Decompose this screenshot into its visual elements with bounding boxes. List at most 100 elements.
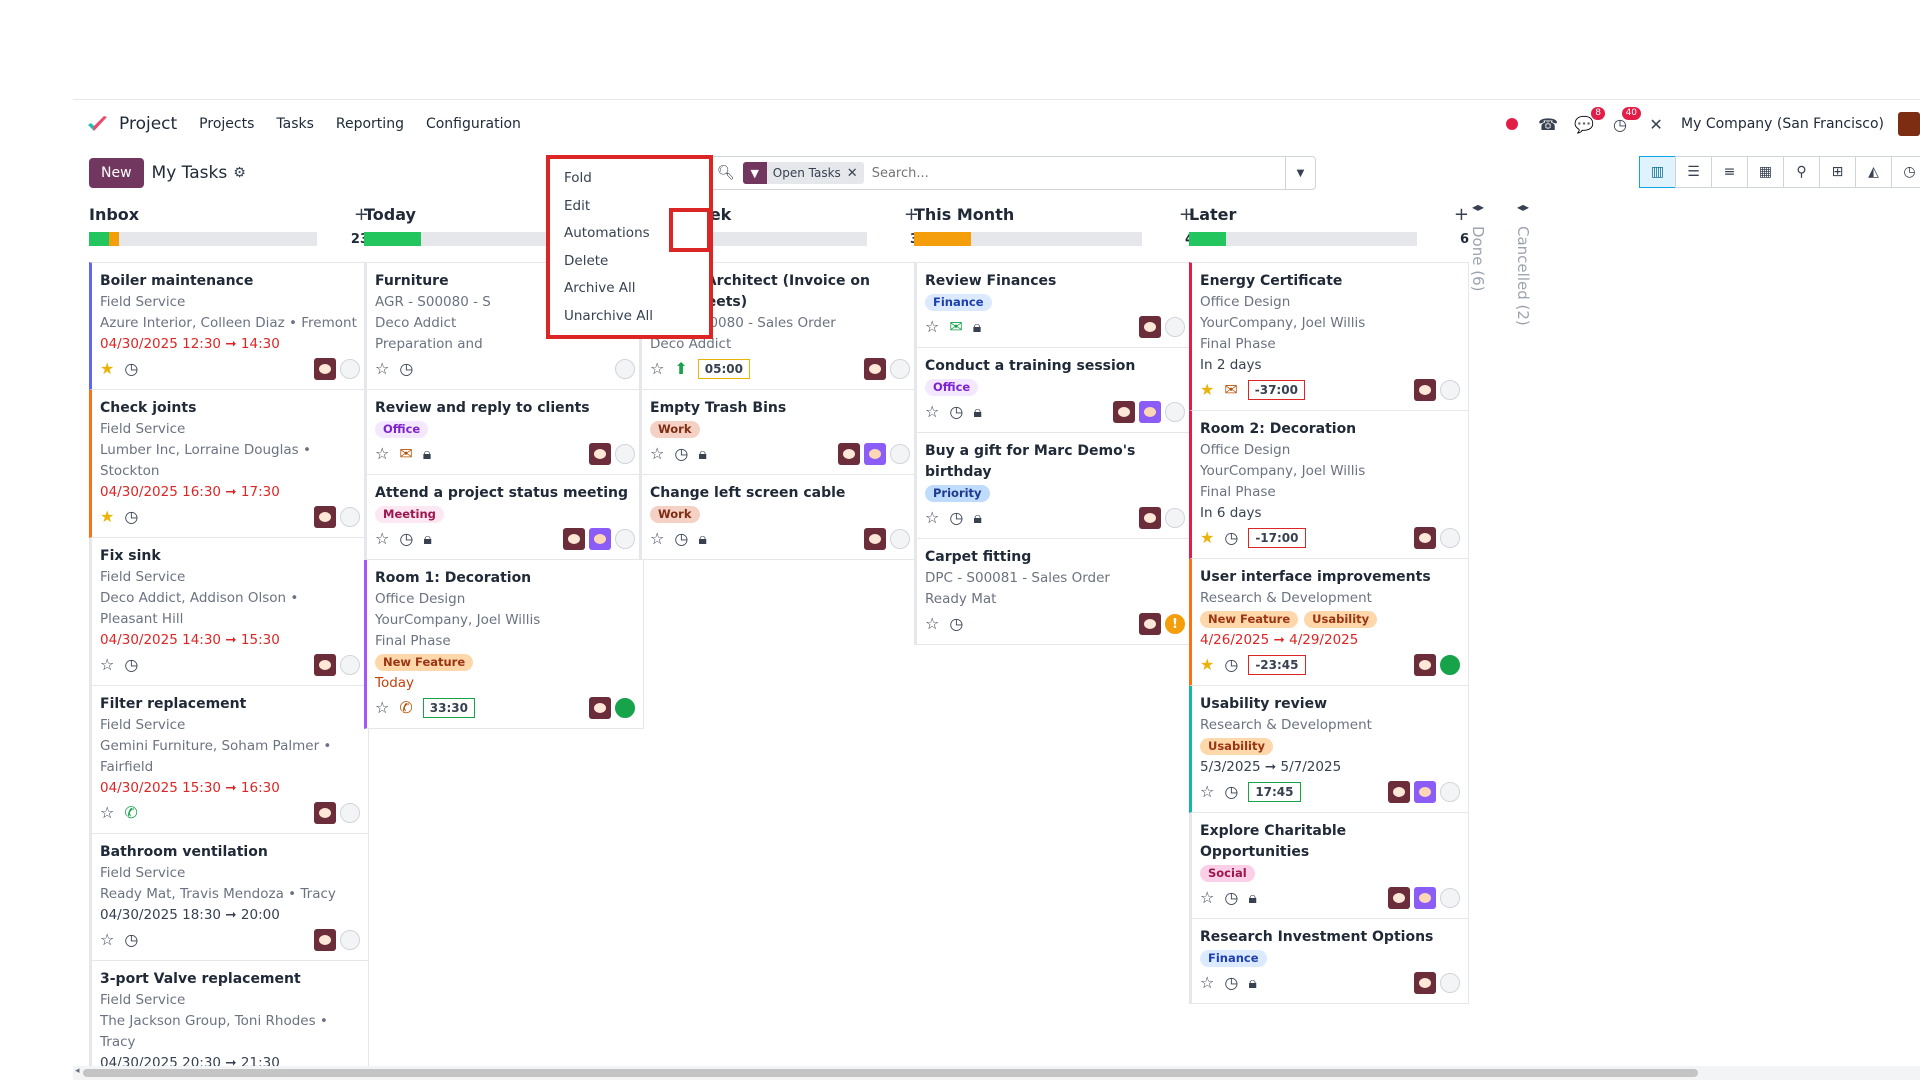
phone-icon[interactable]: ✆ bbox=[399, 700, 412, 716]
folded-column-done[interactable]: ◂▸ Done (6) bbox=[1458, 200, 1498, 291]
state-indicator[interactable] bbox=[1440, 655, 1460, 675]
avatar[interactable] bbox=[589, 528, 611, 550]
clock-icon[interactable]: ◷ bbox=[1224, 530, 1238, 546]
menu-tasks[interactable]: Tasks bbox=[276, 116, 314, 132]
gantt-view-icon[interactable]: ≡ bbox=[1711, 156, 1748, 188]
task-card[interactable]: Room 2: Decoration Office Design YourCom… bbox=[1189, 411, 1469, 559]
star-icon[interactable]: ☆ bbox=[650, 446, 664, 462]
avatar[interactable] bbox=[864, 358, 886, 380]
progress-bar[interactable] bbox=[89, 232, 317, 246]
task-card[interactable]: Review Finances Finance ☆ ✉ 🔒︎ bbox=[914, 262, 1194, 348]
task-card[interactable]: Filter replacement Field Service Gemini … bbox=[89, 686, 369, 834]
company-switcher[interactable]: My Company (San Francisco) bbox=[1681, 116, 1884, 132]
search-options-toggle[interactable]: ▼ bbox=[1285, 157, 1315, 189]
avatar[interactable] bbox=[314, 506, 336, 528]
graph-view-icon[interactable]: ◭ bbox=[1855, 156, 1892, 188]
avatar[interactable] bbox=[1388, 781, 1410, 803]
avatar[interactable] bbox=[838, 443, 860, 465]
star-icon[interactable]: ★ bbox=[1200, 382, 1214, 398]
phone-icon[interactable]: ☎ bbox=[1537, 115, 1559, 134]
scroll-left-icon[interactable]: ◂ bbox=[75, 1066, 80, 1076]
state-indicator[interactable] bbox=[1440, 782, 1460, 802]
avatar[interactable] bbox=[563, 528, 585, 550]
task-card[interactable]: Explore Charitable Opportunities Social … bbox=[1189, 813, 1469, 919]
dropdown-item-unarchive-all[interactable]: Unarchive All bbox=[550, 303, 709, 331]
unfold-arrows-icon[interactable]: ◂▸ bbox=[1503, 200, 1543, 214]
envelope-icon[interactable]: ✉ bbox=[949, 319, 962, 335]
star-icon[interactable]: ☆ bbox=[100, 657, 114, 673]
search-input[interactable] bbox=[871, 165, 1285, 181]
star-icon[interactable]: ☆ bbox=[375, 531, 389, 547]
clock-icon[interactable]: ◷ bbox=[949, 404, 963, 420]
star-icon[interactable]: ☆ bbox=[100, 932, 114, 948]
state-indicator[interactable] bbox=[615, 698, 635, 718]
star-icon[interactable]: ☆ bbox=[925, 616, 939, 632]
avatar[interactable] bbox=[1414, 972, 1436, 994]
app-brand[interactable]: Project bbox=[87, 114, 177, 134]
clock-icon[interactable]: ◷ bbox=[124, 657, 138, 673]
avatar[interactable] bbox=[1139, 507, 1161, 529]
task-card[interactable]: Energy Certificate Office Design YourCom… bbox=[1189, 262, 1469, 411]
task-card[interactable]: Buy a gift for Marc Demo's birthday Prio… bbox=[914, 433, 1194, 539]
pivot-view-icon[interactable]: ⊞ bbox=[1819, 156, 1856, 188]
star-icon[interactable]: ☆ bbox=[375, 446, 389, 462]
dropdown-item-fold[interactable]: Fold bbox=[550, 165, 709, 193]
avatar[interactable] bbox=[314, 654, 336, 676]
star-icon[interactable]: ☆ bbox=[925, 404, 939, 420]
avatar[interactable] bbox=[314, 802, 336, 824]
gear-icon[interactable]: ⚙ bbox=[233, 165, 246, 181]
avatar[interactable] bbox=[314, 358, 336, 380]
star-icon[interactable]: ☆ bbox=[1200, 890, 1214, 906]
avatar[interactable] bbox=[589, 697, 611, 719]
task-card[interactable]: Change left screen cable Work ☆ ◷ 🔒︎ bbox=[639, 475, 919, 560]
task-card[interactable]: Boiler maintenance Field Service Azure I… bbox=[89, 262, 369, 390]
star-icon[interactable]: ★ bbox=[100, 509, 114, 525]
map-view-icon[interactable]: ⚲ bbox=[1783, 156, 1820, 188]
envelope-icon[interactable]: ✉ bbox=[1224, 382, 1237, 398]
task-card[interactable]: Bathroom ventilation Field Service Ready… bbox=[89, 834, 369, 961]
clock-icon[interactable]: ◷ bbox=[124, 509, 138, 525]
menu-reporting[interactable]: Reporting bbox=[336, 116, 404, 132]
task-card[interactable]: Fix sink Field Service Deco Addict, Addi… bbox=[89, 538, 369, 686]
state-indicator[interactable] bbox=[340, 803, 360, 823]
clock-icon[interactable]: ◷ bbox=[674, 446, 688, 462]
activities-icon[interactable]: ◷ 40 bbox=[1609, 106, 1642, 134]
clock-icon[interactable]: ◷ bbox=[124, 932, 138, 948]
messages-icon[interactable]: 💬 8 bbox=[1573, 106, 1606, 134]
avatar[interactable] bbox=[589, 443, 611, 465]
activity-view-icon[interactable]: ◷ bbox=[1891, 156, 1920, 188]
star-icon[interactable]: ☆ bbox=[375, 700, 389, 716]
star-icon[interactable]: ☆ bbox=[100, 805, 114, 821]
upload-icon[interactable]: ⬆ bbox=[674, 361, 687, 377]
task-card[interactable]: User interface improvements Research & D… bbox=[1189, 559, 1469, 686]
avatar[interactable] bbox=[1139, 613, 1161, 635]
remove-facet-icon[interactable]: ✕ bbox=[847, 166, 864, 181]
scroll-thumb[interactable] bbox=[83, 1069, 1698, 1077]
avatar[interactable] bbox=[1113, 401, 1135, 423]
avatar[interactable] bbox=[1139, 401, 1161, 423]
star-icon[interactable]: ☆ bbox=[1200, 975, 1214, 991]
clock-icon[interactable]: ◷ bbox=[399, 361, 413, 377]
menu-projects[interactable]: Projects bbox=[199, 116, 254, 132]
state-indicator[interactable] bbox=[1440, 380, 1460, 400]
avatar[interactable] bbox=[1414, 654, 1436, 676]
task-card[interactable]: Attend a project status meeting Meeting … bbox=[364, 475, 644, 560]
clock-icon[interactable]: ◷ bbox=[399, 531, 413, 547]
envelope-icon[interactable]: ✉ bbox=[399, 446, 412, 462]
star-icon[interactable]: ★ bbox=[1200, 657, 1214, 673]
star-icon[interactable]: ★ bbox=[100, 361, 114, 377]
progress-bar[interactable] bbox=[1189, 232, 1417, 246]
star-icon[interactable]: ★ bbox=[1200, 530, 1214, 546]
state-indicator[interactable] bbox=[1440, 528, 1460, 548]
task-card[interactable]: Check joints Field Service Lumber Inc, L… bbox=[89, 390, 369, 538]
folded-column-cancelled[interactable]: ◂▸ Cancelled (2) bbox=[1503, 200, 1543, 326]
clock-icon[interactable]: ◷ bbox=[1224, 784, 1238, 800]
clock-icon[interactable]: ◷ bbox=[124, 361, 138, 377]
unfold-arrows-icon[interactable]: ◂▸ bbox=[1458, 200, 1498, 214]
task-card[interactable]: Research Investment Options Finance ☆ ◷ 🔒︎ bbox=[1189, 919, 1469, 1004]
dropdown-item-archive-all[interactable]: Archive All bbox=[550, 275, 709, 303]
progress-bar[interactable] bbox=[914, 232, 1142, 246]
kanban-view-icon[interactable]: ▥ bbox=[1639, 156, 1676, 188]
star-icon[interactable]: ☆ bbox=[650, 531, 664, 547]
clock-icon[interactable]: ◷ bbox=[949, 510, 963, 526]
